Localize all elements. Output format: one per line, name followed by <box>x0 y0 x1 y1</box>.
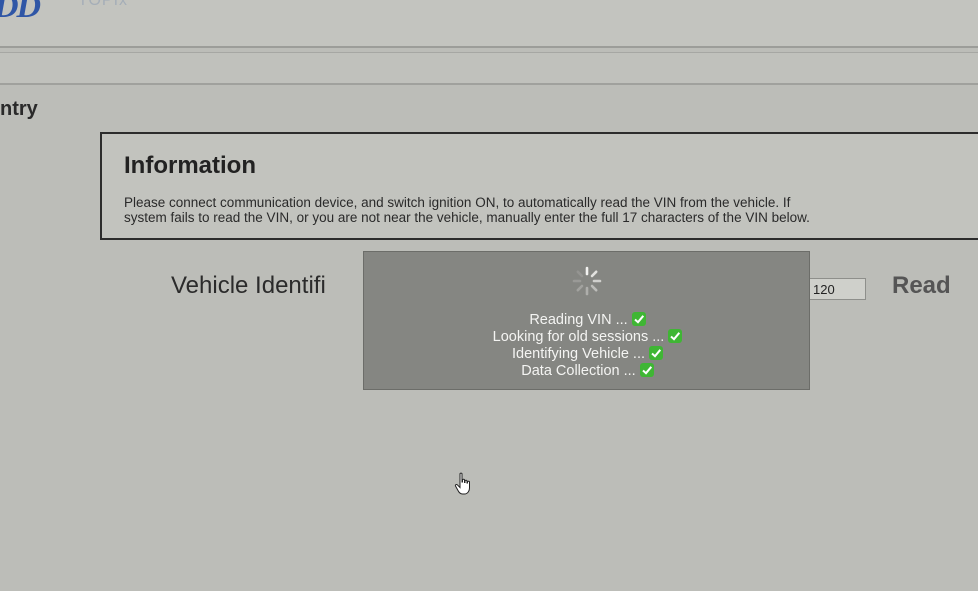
loading-step: Reading VIN ... <box>364 312 811 329</box>
page: DD TOPIx ntry Information Please connect… <box>0 0 978 591</box>
loading-step: Data Collection ... <box>364 363 811 380</box>
app-header: DD TOPIx <box>0 0 978 48</box>
loading-overlay: Reading VIN ... Looking for old sessions… <box>363 251 810 390</box>
checkmark-icon <box>639 363 654 377</box>
loading-step: Identifying Vehicle ... <box>364 346 811 363</box>
section-title: ntry <box>0 98 38 120</box>
read-button[interactable]: Read <box>892 272 951 300</box>
information-title: Information <box>124 152 256 179</box>
information-text: Please connect communication device, and… <box>124 195 978 225</box>
app-logo-subtitle: TOPIx <box>78 0 129 9</box>
navigation-bar <box>0 52 978 85</box>
information-panel: Information Please connect communication… <box>100 132 978 240</box>
vin-label: Vehicle Identifi <box>171 272 326 299</box>
checkmark-icon <box>631 312 646 326</box>
vin-input[interactable]: 120 <box>804 278 866 300</box>
app-logo: DD <box>0 0 41 25</box>
loading-step: Looking for old sessions ... <box>364 329 811 346</box>
hand-pointer-icon <box>454 472 470 495</box>
loading-spinner-icon <box>572 266 602 296</box>
information-line-1: Please connect communication device, and… <box>124 195 791 210</box>
checkmark-icon <box>668 329 683 343</box>
information-line-2: system fails to read the VIN, or you are… <box>124 210 810 225</box>
checkmark-icon <box>649 346 663 360</box>
loading-steps: Reading VIN ... Looking for old sessions… <box>364 312 811 380</box>
